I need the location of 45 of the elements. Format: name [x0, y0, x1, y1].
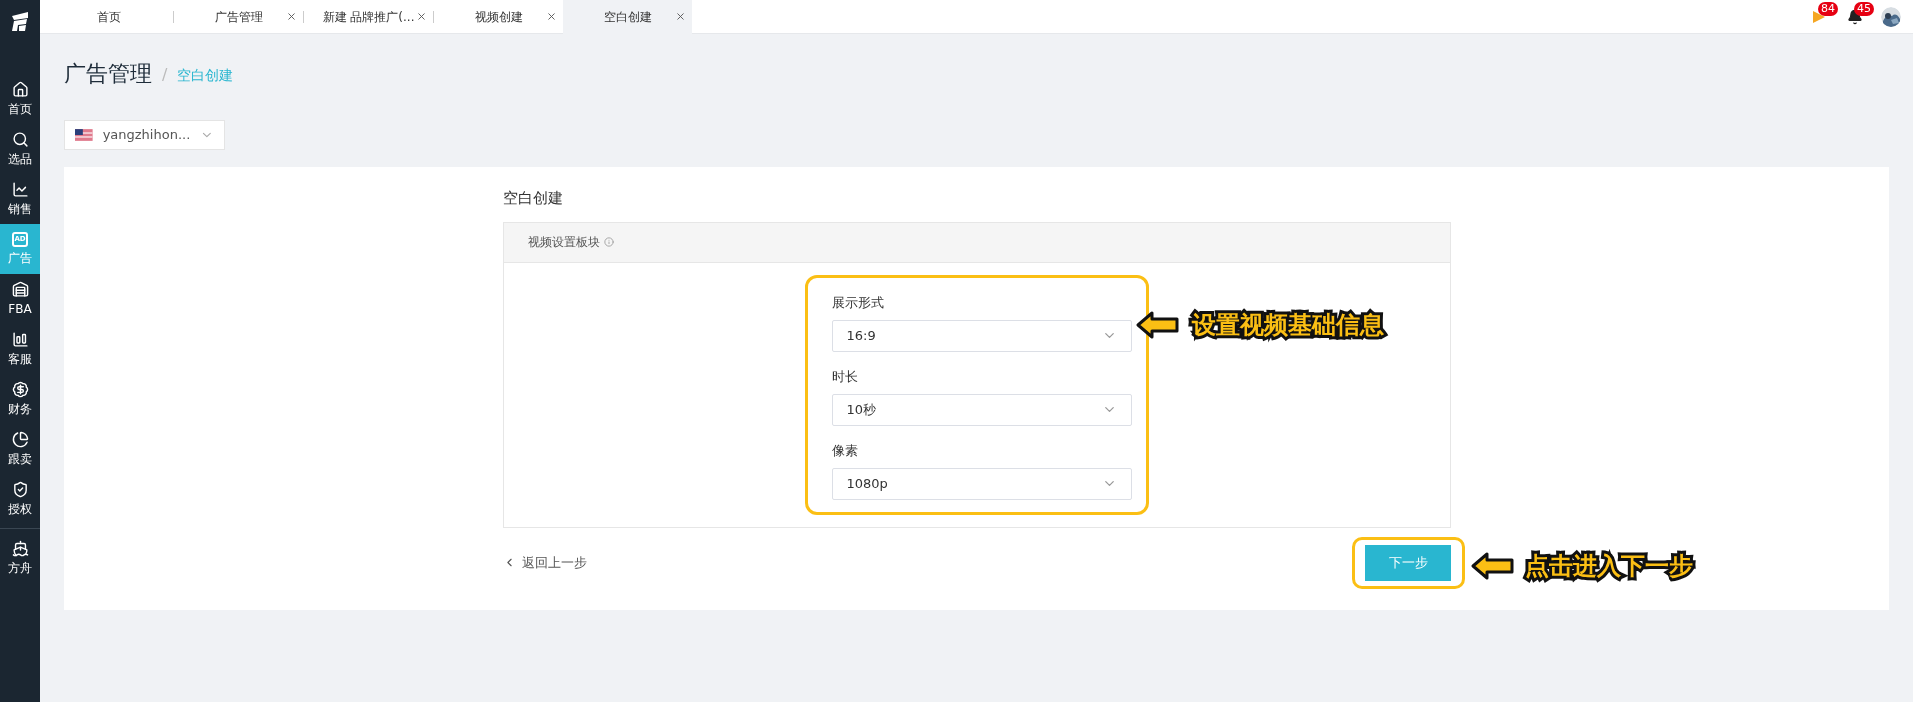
tab[interactable]: 新建 品牌推广(... — [304, 0, 433, 34]
arrow-icon — [1470, 550, 1515, 581]
ship-icon — [11, 539, 29, 557]
close-icon[interactable] — [286, 11, 297, 22]
bar-chart-icon — [11, 330, 29, 348]
count-badge: 84 — [1818, 1, 1838, 16]
sidebar-item[interactable]: 客服 — [0, 324, 40, 374]
section-title: 空白创建 — [502, 188, 564, 209]
flag-icon — [75, 129, 93, 141]
warehouse-icon — [11, 280, 29, 298]
annotation-text: 点击进入下一步 — [1524, 550, 1693, 582]
tab[interactable]: 首页 — [44, 0, 173, 34]
count-badge: 45 — [1854, 1, 1874, 16]
shield-icon — [11, 480, 29, 498]
close-icon[interactable] — [675, 11, 686, 22]
account-select[interactable]: yangzhihon... — [64, 120, 225, 150]
annotation-text: 设置视频基础信息 — [1191, 309, 1384, 341]
dollar-icon — [11, 380, 29, 398]
sidebar-item[interactable]: 销售 — [0, 174, 40, 224]
sidebar-item[interactable]: 方舟 — [0, 533, 40, 583]
pie-chart-icon — [11, 430, 29, 448]
sidebar-item[interactable]: 跟卖 — [0, 424, 40, 474]
select-field[interactable]: 16:9 — [831, 319, 1132, 352]
close-icon[interactable] — [546, 11, 557, 22]
home-icon — [11, 80, 29, 98]
sidebar-item[interactable]: 首页 — [0, 74, 40, 124]
select-field[interactable]: 1080p — [831, 467, 1132, 500]
tab[interactable]: 空白创建 — [563, 0, 692, 34]
page-title: 广告管理 — [64, 60, 152, 88]
tab[interactable]: 视频创建 — [434, 0, 563, 34]
breadcrumb-separator: / — [162, 64, 168, 86]
field-label: 像素 — [831, 441, 859, 460]
sidebar-item[interactable]: FBA — [0, 274, 40, 324]
field-label: 展示形式 — [831, 293, 885, 312]
field-label: 时长 — [831, 367, 859, 386]
sidebar-item[interactable]: 授权 — [0, 474, 40, 524]
line-chart-icon — [11, 180, 29, 198]
select-field[interactable]: 10秒 — [831, 393, 1132, 426]
sidebar-item[interactable]: 选品 — [0, 124, 40, 174]
search-icon — [11, 130, 29, 148]
sidebar-item[interactable]: 财务 — [0, 374, 40, 424]
panel-title: 视频设置板块 — [527, 234, 600, 251]
back-link[interactable]: 返回上一步 — [502, 552, 587, 573]
close-icon[interactable] — [416, 11, 427, 22]
tab[interactable]: 广告管理 — [174, 0, 303, 34]
